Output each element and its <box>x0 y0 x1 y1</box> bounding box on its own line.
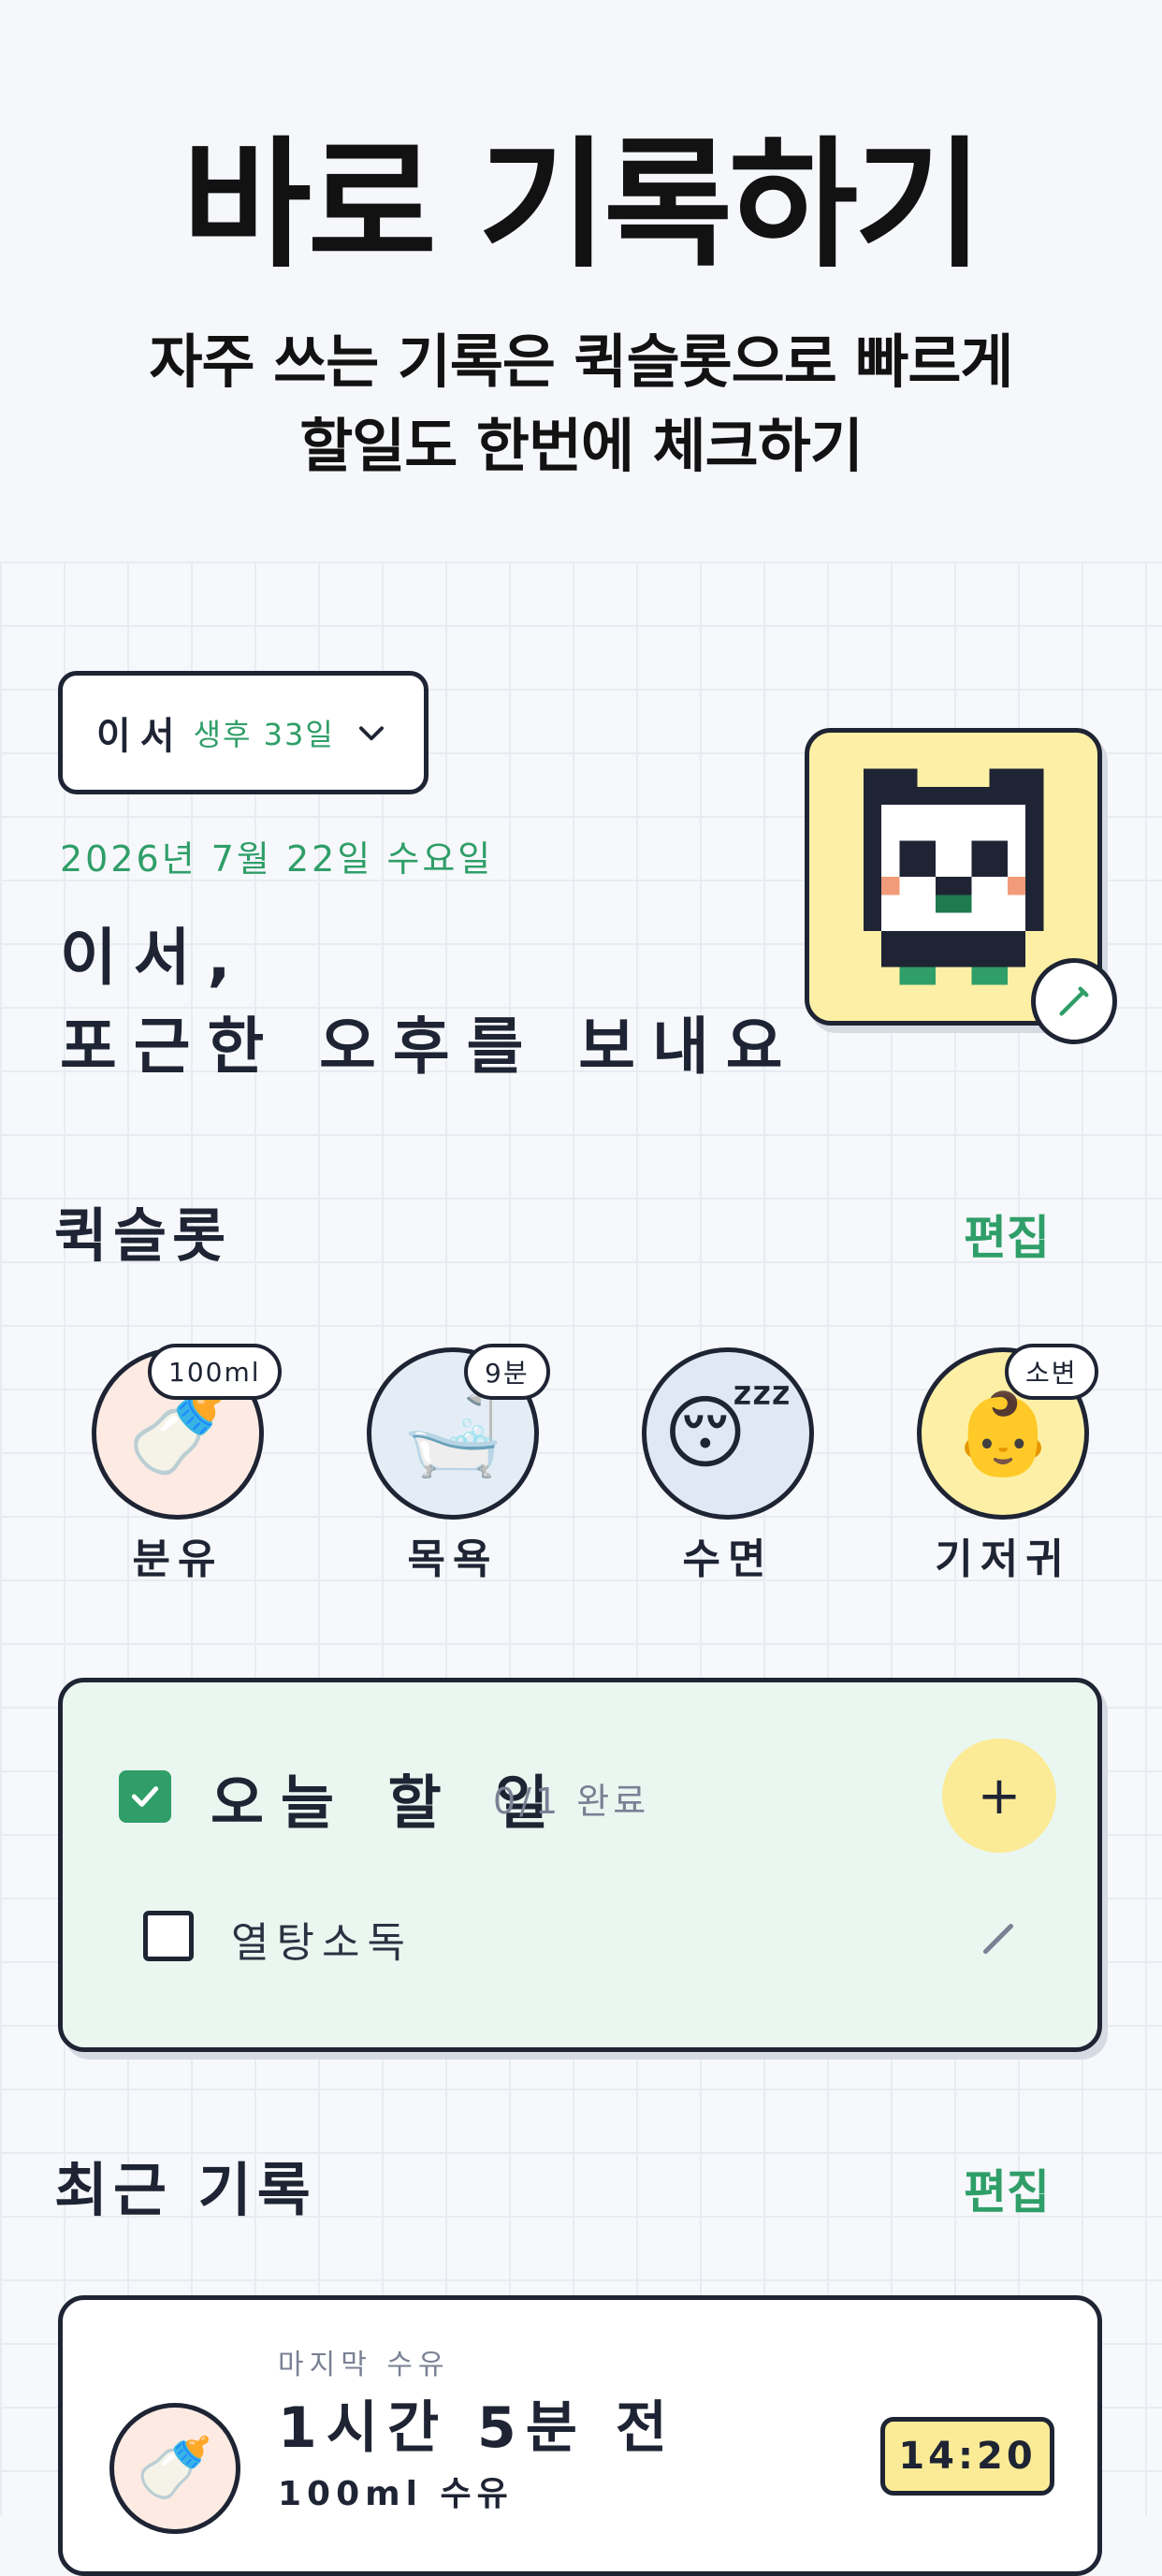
quickslot-title: 퀵슬롯 <box>47 1188 251 1273</box>
promo-subtitle-line2: 할일도 한번에 체크하기 <box>299 412 864 480</box>
chevron-down-icon <box>358 726 384 741</box>
current-date: 2026년 7월 22일 수요일 <box>60 838 494 880</box>
baby-selector[interactable]: 이서 생후 33일 <box>58 671 428 794</box>
greeting-line1: 이서, <box>60 922 248 994</box>
bathtub-icon: 🛁 <box>402 1387 503 1481</box>
recent-title-text: 최근 기록 <box>54 2156 316 2224</box>
quickslot-formula-label: 분유 <box>132 1535 224 1583</box>
baby-face-icon: 👶 <box>952 1387 1053 1481</box>
quickslot-formula-badge: 100ml <box>148 1344 282 1400</box>
baby-name: 이서 <box>96 715 184 758</box>
todo-item-checkbox[interactable] <box>143 1911 194 1961</box>
sleeping-face-icon: 😴 <box>663 1387 792 1480</box>
quickslot-edit-button[interactable]: 편집 <box>964 1201 1050 1268</box>
todo-item-label[interactable]: 열탕소독 <box>231 1909 413 1969</box>
baby-age: 생후 33일 <box>193 717 335 752</box>
recent-record-card[interactable]: 🍼 마지막 수유 1시간 5분 전 100ml 수유 14:20 <box>58 2295 1102 2576</box>
baby-bottle-icon: 🍼 <box>109 2403 240 2534</box>
quickslot-diaper-badge: 소변 <box>1005 1344 1098 1400</box>
quickslot-title-text: 퀵슬롯 <box>54 1201 232 1270</box>
quickslot-sleep[interactable]: 😴 <box>642 1347 814 1520</box>
recent-record-elapsed: 1시간 5분 전 <box>278 2395 677 2461</box>
todo-header-check-icon <box>119 1770 171 1823</box>
promo-title: 바로 기록하기 <box>182 124 983 287</box>
recent-record-amount: 100ml 수유 <box>278 2475 514 2513</box>
recent-record-time: 14:20 <box>880 2417 1054 2496</box>
todo-count: 0/1 완료 <box>493 1781 650 1822</box>
todo-add-button[interactable]: + <box>942 1739 1056 1853</box>
promo-subtitle-line1: 자주 쓰는 기록은 퀵슬롯으로 빠르게 <box>149 327 1014 396</box>
recent-title: 최근 기록 <box>47 2143 344 2227</box>
recent-record-label: 마지막 수유 <box>278 2349 450 2381</box>
recent-edit-button[interactable]: 편집 <box>964 2155 1050 2222</box>
todo-card: 오늘 할 일 0/1 완료 + 열탕소독 <box>58 1678 1102 2052</box>
baby-bottle-icon: 🍼 <box>127 1387 228 1481</box>
promo-banner: 바로 기록하기 자주 쓰는 기록은 퀵슬롯으로 빠르게 할일도 한번에 체크하기 <box>0 0 1162 561</box>
pencil-icon[interactable] <box>976 1914 1023 1961</box>
quickslot-bath-label: 목욕 <box>407 1535 499 1583</box>
quickslot-sleep-label: 수면 <box>682 1535 774 1583</box>
quickslot-bath-badge: 9분 <box>464 1344 550 1400</box>
avatar-edit-button[interactable] <box>1031 958 1117 1044</box>
quickslot-diaper-label: 기저귀 <box>935 1535 1071 1583</box>
greeting-line2: 포근한 오후를 보내요 <box>60 1011 800 1083</box>
pencil-icon <box>1059 986 1089 1016</box>
